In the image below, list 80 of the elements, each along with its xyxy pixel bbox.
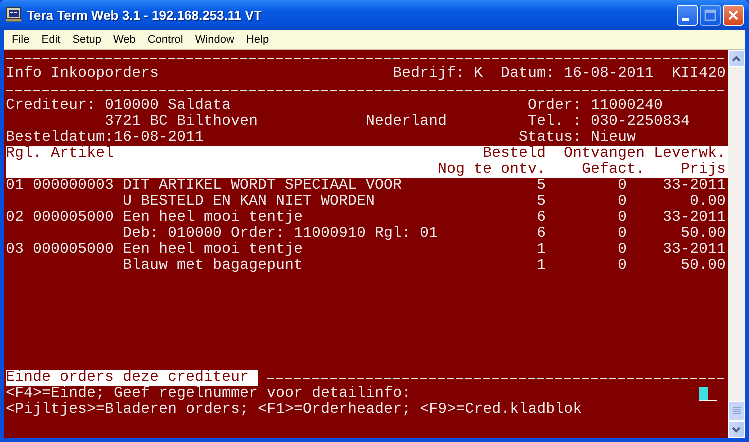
delivery-week: 33-2011 bbox=[662, 210, 726, 226]
article-description: U BESTELD EN KAN NIET WORDEN bbox=[123, 194, 376, 210]
status-label: Status: bbox=[519, 130, 582, 146]
invoiced-quantity: 0 bbox=[618, 226, 627, 242]
order-date-value: 16-08-2011 bbox=[114, 130, 204, 146]
maximize-button[interactable] bbox=[700, 4, 721, 26]
supplier-address: 3721 BC Bilthoven bbox=[105, 114, 258, 130]
company-label: Bedrijf: bbox=[393, 66, 466, 82]
minimize-button[interactable] bbox=[677, 4, 698, 26]
received-quantity: 0 bbox=[618, 178, 627, 194]
scroll-up-button[interactable] bbox=[728, 50, 745, 67]
article-description: Een heel mooi tentje bbox=[123, 242, 304, 258]
column-header: Gefact. bbox=[582, 162, 645, 178]
scroll-thumb[interactable] bbox=[728, 401, 745, 421]
minimize-icon bbox=[682, 18, 689, 20]
supplier-country: Nederland bbox=[366, 114, 448, 130]
order-number: 11000240 bbox=[591, 98, 664, 114]
column-header: Besteld bbox=[482, 146, 546, 162]
order-date-label: Besteldatum: bbox=[6, 130, 114, 146]
company-value: K bbox=[474, 66, 484, 82]
status-value: Nieuw bbox=[591, 130, 636, 146]
invoiced-quantity: 0 bbox=[618, 194, 627, 210]
vertical-scrollbar[interactable] bbox=[728, 50, 745, 438]
outstanding-quantity: 5 bbox=[536, 194, 546, 210]
outstanding-quantity: 6 bbox=[536, 226, 546, 242]
line-number: 01 bbox=[6, 178, 24, 194]
prompt-text: <F4>=Einde; Geef regelnummer voor detailinfo: bbox=[6, 386, 412, 402]
chevron-up-icon bbox=[732, 56, 741, 62]
menu-item[interactable]: Help bbox=[240, 34, 276, 46]
article-description: Blauw met bagagepunt bbox=[123, 258, 304, 274]
line-number: 03 bbox=[6, 242, 24, 258]
date-label: Datum: bbox=[501, 66, 556, 82]
supplier-label: Crediteur: bbox=[6, 98, 96, 114]
column-header: Ontvangen bbox=[564, 146, 645, 162]
menu-item[interactable]: File bbox=[6, 34, 36, 46]
column-header: Artikel bbox=[51, 146, 114, 162]
menu-item[interactable]: Window bbox=[189, 34, 240, 46]
program-code: KII420 bbox=[672, 66, 726, 82]
close-button[interactable] bbox=[723, 4, 744, 26]
article-description: Deb: 010000 Order: 11000910 Rgl: 01 bbox=[123, 226, 438, 242]
column-header: Prijs bbox=[680, 162, 726, 178]
outstanding-quantity: 1 bbox=[536, 258, 546, 274]
column-header: Leverwk. bbox=[654, 146, 726, 162]
text-cursor bbox=[699, 386, 717, 402]
phone-number: 030-2250834 bbox=[591, 114, 690, 130]
delivery-week: 33-2011 bbox=[662, 242, 726, 258]
ordered-quantity: 6 bbox=[536, 210, 546, 226]
price: 50.00 bbox=[680, 226, 726, 242]
menu-item[interactable]: Edit bbox=[36, 34, 67, 46]
line-number: 02 bbox=[6, 210, 24, 226]
article-number: 000005000 bbox=[33, 242, 114, 258]
supplier-name: 010000 Saldata bbox=[105, 98, 232, 114]
article-description: DIT ARTIKEL WORDT SPECIAAL VOOR bbox=[123, 178, 402, 194]
function-keys-hint: <Pijltjes>=Bladeren orders; <F1>=Orderheader; <F9>=Cred.kladblok bbox=[6, 402, 582, 418]
phone-label: Tel. : bbox=[528, 114, 582, 130]
terminal-icon bbox=[6, 7, 22, 23]
column-header: Nog te ontv. bbox=[438, 162, 546, 178]
price: 50.00 bbox=[680, 258, 726, 274]
ordered-quantity: 1 bbox=[536, 242, 546, 258]
window-title: Tera Term Web 3.1 - 192.168.253.11 VT bbox=[27, 8, 263, 22]
scroll-down-button[interactable] bbox=[728, 421, 745, 438]
menu-item[interactable]: Setup bbox=[66, 34, 108, 46]
menu-item[interactable]: Control bbox=[142, 34, 190, 46]
column-header: Rgl. bbox=[6, 146, 42, 162]
screen-title: Info Inkooporders bbox=[6, 66, 160, 82]
received-quantity: 0 bbox=[618, 242, 627, 258]
delivery-week: 33-2011 bbox=[662, 178, 726, 194]
ordered-quantity: 5 bbox=[536, 178, 546, 194]
status-message: Einde orders deze crediteur bbox=[6, 370, 258, 386]
article-number: 000000003 bbox=[33, 178, 114, 194]
menu-item[interactable]: Web bbox=[107, 34, 142, 46]
received-quantity: 0 bbox=[618, 210, 627, 226]
grip-icon bbox=[732, 407, 740, 415]
order-label: Order: bbox=[528, 98, 582, 114]
price: 0.00 bbox=[690, 194, 726, 210]
chevron-down-icon bbox=[732, 426, 741, 432]
invoiced-quantity: 0 bbox=[618, 258, 627, 274]
date-value: 16-08-2011 bbox=[564, 66, 654, 82]
article-number: 000005000 bbox=[33, 210, 114, 226]
article-description: Een heel mooi tentje bbox=[123, 210, 304, 226]
